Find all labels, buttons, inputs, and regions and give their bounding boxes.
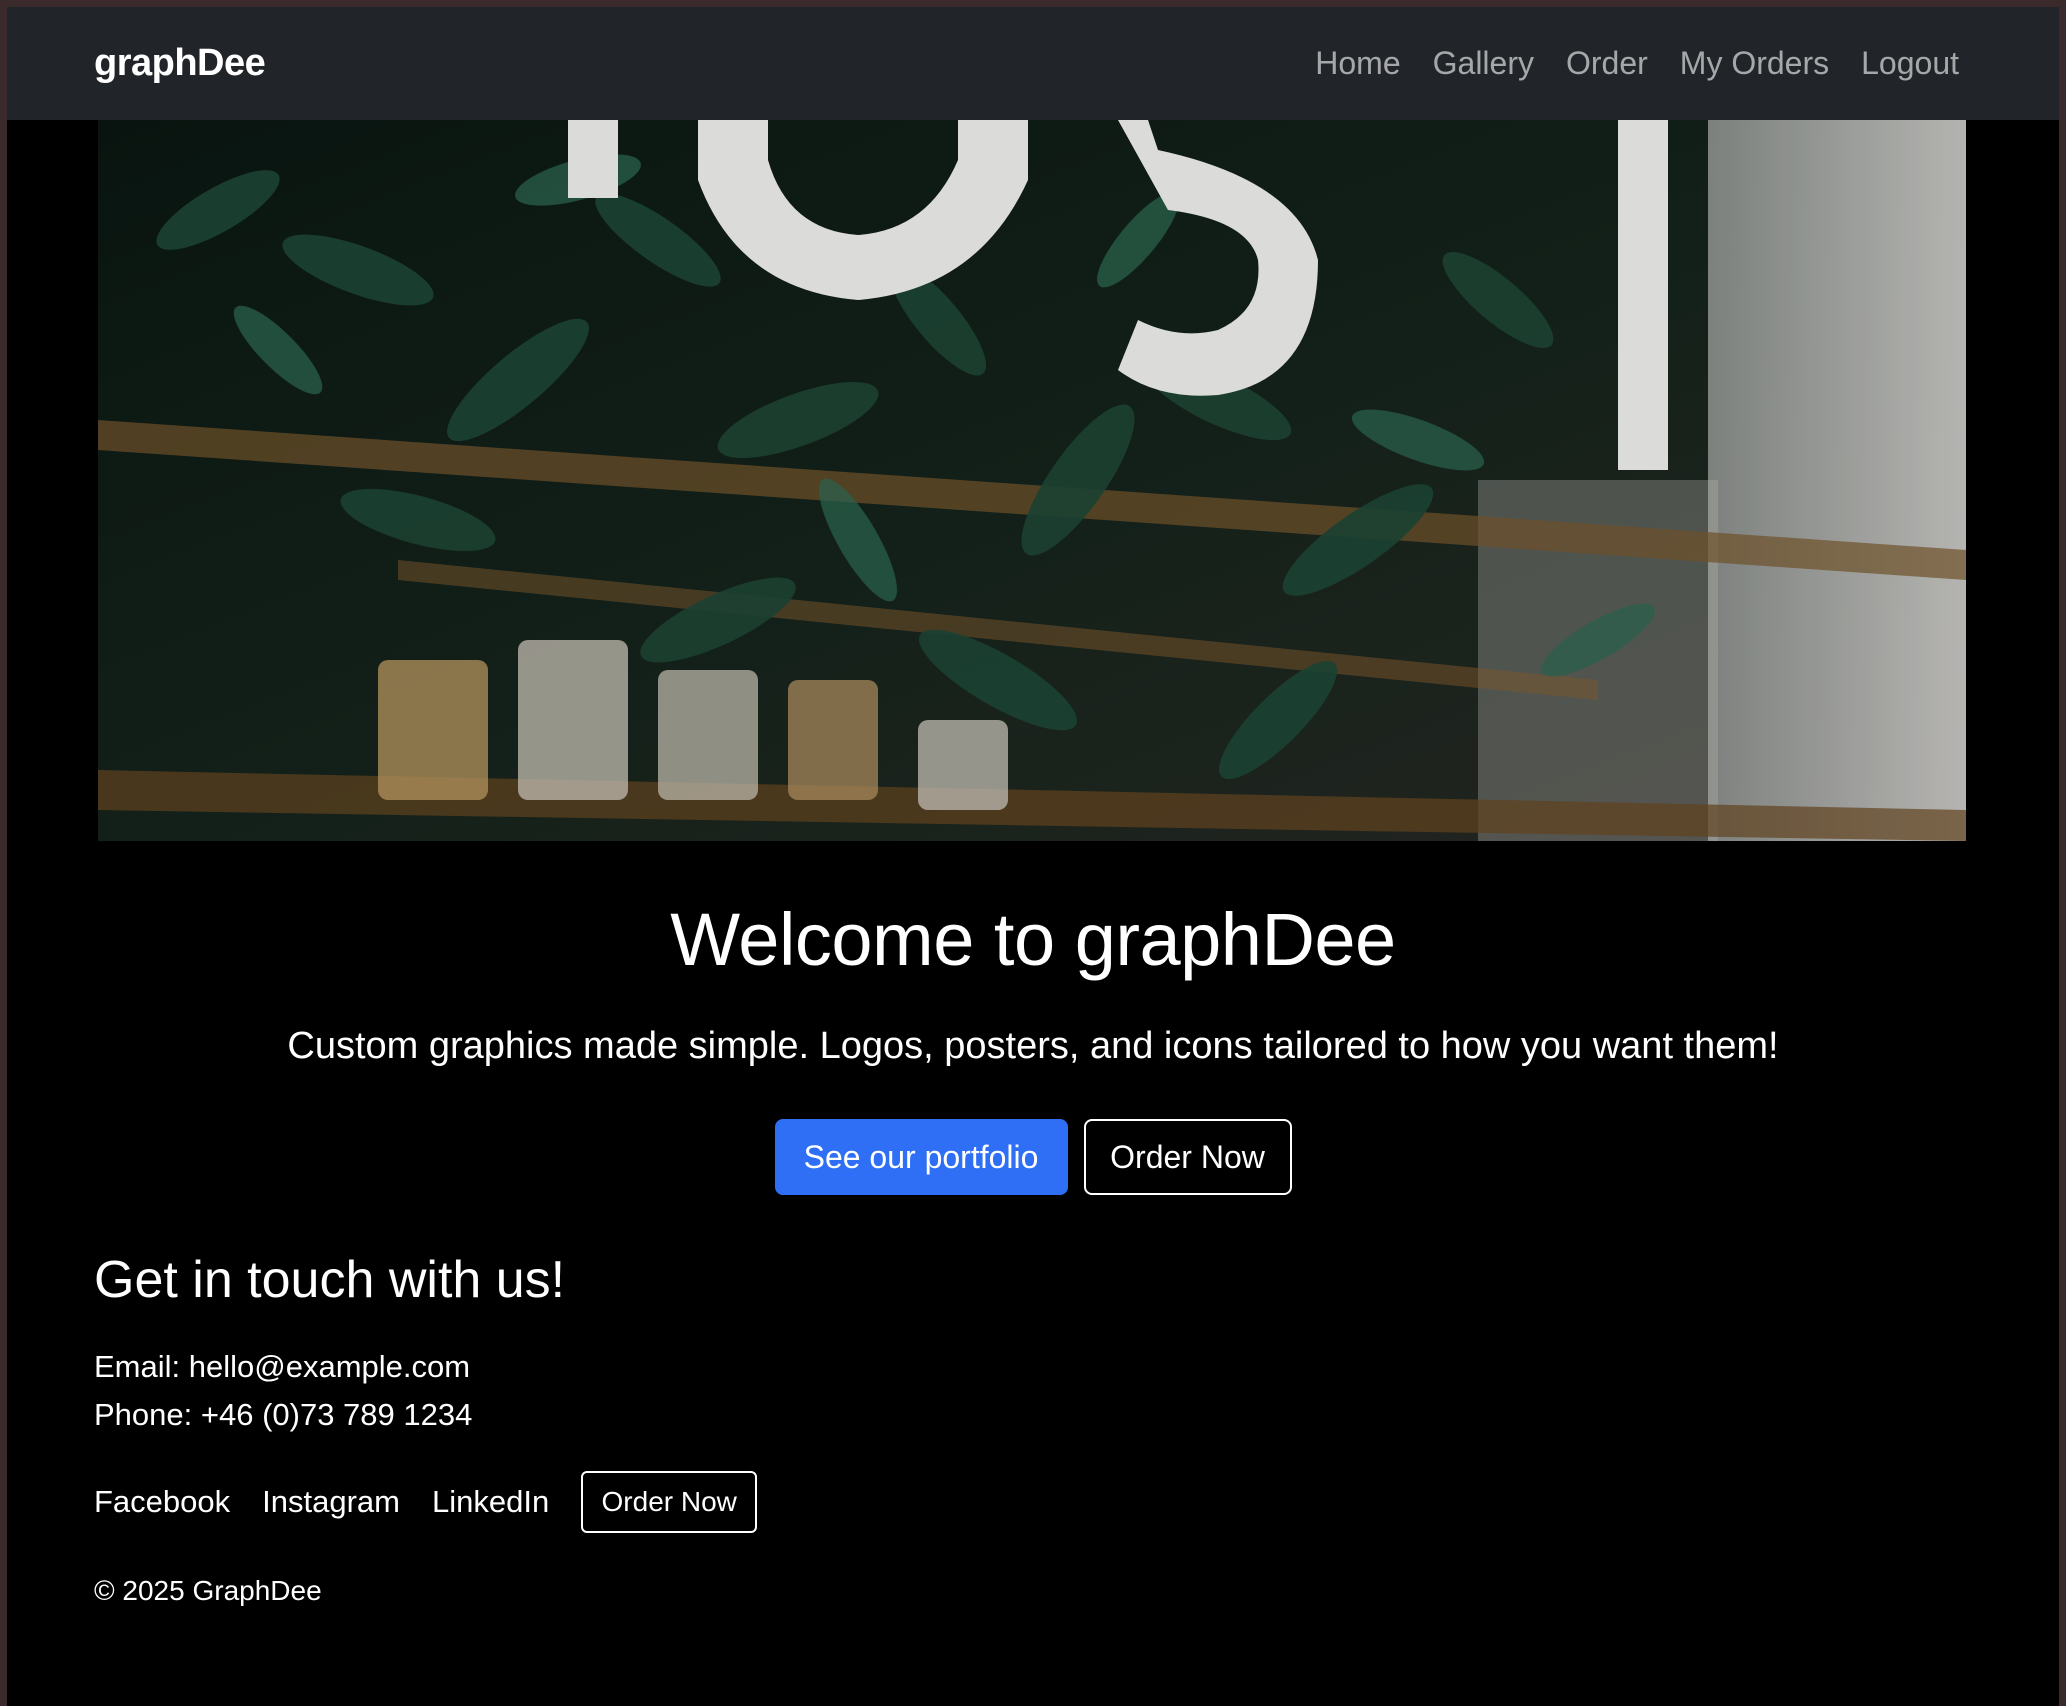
- nav-link-logout[interactable]: Logout: [1861, 45, 1959, 82]
- contact-heading: Get in touch with us!: [94, 1251, 566, 1309]
- copyright: © 2025 GraphDee: [94, 1575, 322, 1606]
- facebook-link[interactable]: Facebook: [94, 1484, 230, 1520]
- contact-email: Email: hello@example.com: [94, 1349, 471, 1384]
- welcome-title: Welcome to graphDee: [670, 898, 1396, 981]
- navbar: graphDee Home Gallery Order My Orders Lo…: [7, 7, 2059, 120]
- welcome-subtitle: Custom graphics made simple. Logos, post…: [287, 1025, 1779, 1067]
- brand-logo[interactable]: graphDee: [94, 42, 266, 85]
- order-now-button[interactable]: Order Now: [1083, 1119, 1292, 1195]
- social-links: Facebook Instagram LinkedIn Order Now: [94, 1471, 758, 1533]
- nav-link-home[interactable]: Home: [1315, 45, 1400, 82]
- browser-viewport: graphDee Home Gallery Order My Orders Lo…: [7, 7, 2059, 1706]
- contact-phone: Phone: +46 (0)73 789 1234: [94, 1397, 473, 1432]
- nav-link-my-orders[interactable]: My Orders: [1680, 45, 1829, 82]
- footer-order-now-button[interactable]: Order Now: [581, 1471, 758, 1533]
- nav-links: Home Gallery Order My Orders Logout: [1315, 45, 1959, 82]
- cta-buttons: See our portfolio Order Now: [7, 1119, 2059, 1195]
- see-portfolio-button[interactable]: See our portfolio: [774, 1119, 1068, 1195]
- hero-image: [98, 120, 1966, 841]
- nav-link-gallery[interactable]: Gallery: [1433, 45, 1534, 82]
- instagram-link[interactable]: Instagram: [262, 1484, 400, 1520]
- linkedin-link[interactable]: LinkedIn: [432, 1484, 549, 1520]
- nav-link-order[interactable]: Order: [1566, 45, 1648, 82]
